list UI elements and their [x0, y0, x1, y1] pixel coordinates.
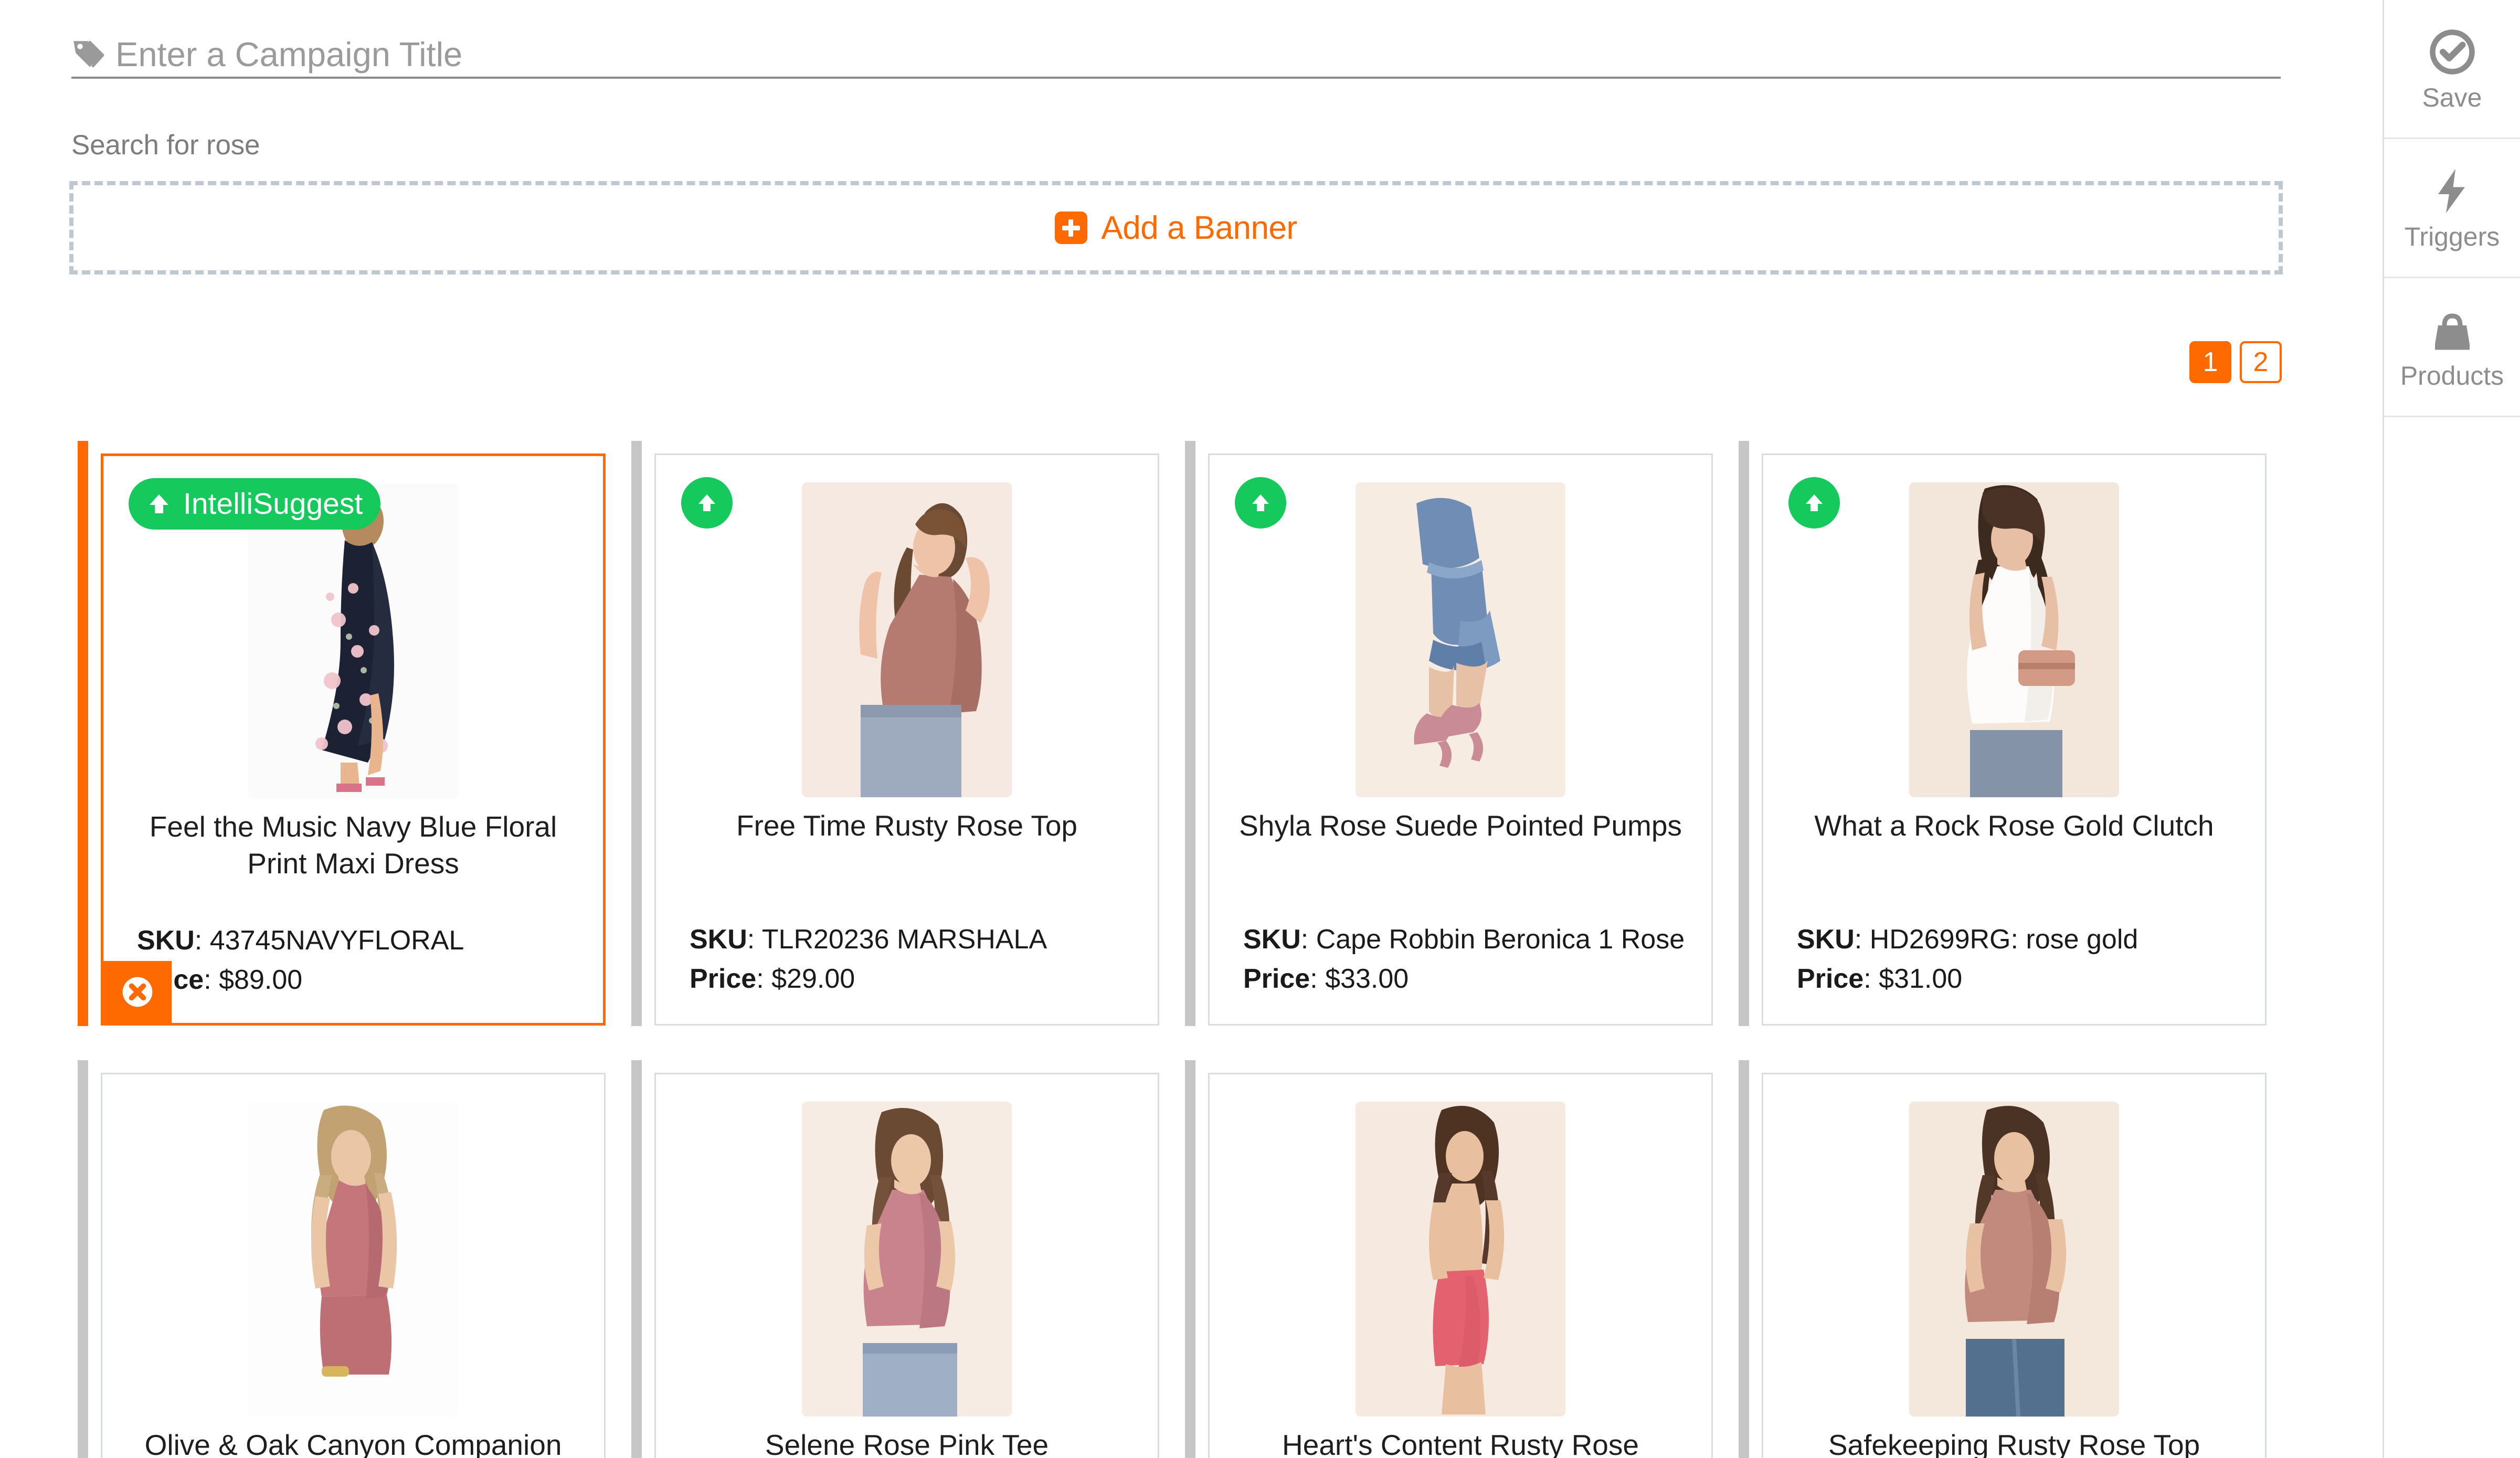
product-card[interactable]: Shyla Rose Suede Pointed Pumps SKU: Cape…: [1208, 453, 1713, 1026]
sidebar-item-triggers[interactable]: Triggers: [2384, 139, 2520, 278]
price-label: Price: [1243, 963, 1310, 994]
sidebar-label-triggers: Triggers: [2404, 222, 2500, 251]
product-card[interactable]: Olive & Oak Canyon Companion Rusty: [101, 1073, 606, 1458]
product-image: [802, 1102, 1012, 1417]
product-name: Shyla Rose Suede Pointed Pumps: [1239, 809, 1682, 842]
sidebar-label-products: Products: [2400, 361, 2504, 390]
product-name: Safekeeping Rusty Rose Top: [1828, 1429, 2200, 1458]
product-cell[interactable]: Safekeeping Rusty Rose Top: [1730, 1050, 2284, 1458]
drag-handle[interactable]: [1185, 1060, 1195, 1458]
product-meta: SKU: 43745NAVYFLORAL Price: $89.00: [137, 925, 464, 995]
product-image: [1909, 1102, 2119, 1417]
drag-handle[interactable]: [1739, 1060, 1749, 1458]
add-banner-dropzone[interactable]: Add a Banner: [69, 181, 2283, 274]
drag-handle[interactable]: [1185, 441, 1195, 1026]
suggest-badge: [1235, 477, 1286, 529]
close-circle-icon: [122, 977, 153, 1007]
sku-value: HD2699RG: rose gold: [1869, 924, 2138, 955]
pagination: 1 2: [2189, 341, 2282, 383]
lightning-bolt-icon: [2438, 169, 2465, 213]
price-value: $31.00: [1879, 963, 1963, 994]
arrow-up-icon: [1806, 494, 1823, 511]
add-banner-inner: Add a Banner: [1055, 209, 1297, 247]
drag-handle[interactable]: [1739, 441, 1749, 1026]
right-toolbar: Save Triggers Products: [2383, 0, 2520, 1458]
sku-label: SKU: [137, 925, 195, 956]
intellisuggest-badge: IntelliSuggest: [129, 478, 381, 530]
product-name: Free Time Rusty Rose Top: [736, 809, 1078, 842]
app-root: Search for rose Add a Banner 1 2: [0, 0, 2520, 1458]
add-banner-label: Add a Banner: [1101, 209, 1297, 246]
badge-label: IntelliSuggest: [183, 487, 363, 521]
product-cell[interactable]: Heart's Content Rusty Rose Bodycon: [1177, 1050, 1730, 1458]
product-image: [1356, 482, 1565, 797]
product-cell[interactable]: Olive & Oak Canyon Companion Rusty: [69, 1050, 623, 1458]
suggest-badge: [1788, 477, 1840, 529]
search-query-label: Search for rose: [71, 130, 260, 161]
sku-value: 43745NAVYFLORAL: [209, 925, 464, 956]
product-meta: SKU: HD2699RG: rose gold Price: $31.00: [1797, 924, 2138, 994]
page-button-2[interactable]: 2: [2240, 341, 2282, 383]
product-grid: IntelliSuggest Feel the Music Navy Blue …: [69, 430, 2284, 1458]
tag-icon: [71, 37, 106, 71]
sidebar-item-products[interactable]: Products: [2384, 278, 2520, 417]
campaign-title-input[interactable]: [115, 34, 2281, 74]
drag-handle[interactable]: [78, 1060, 88, 1458]
product-cell[interactable]: Selene Rose Pink Tee: [623, 1050, 1177, 1458]
product-cell[interactable]: Shyla Rose Suede Pointed Pumps SKU: Cape…: [1177, 430, 1730, 1034]
arrow-up-icon: [150, 494, 168, 513]
product-card[interactable]: Free Time Rusty Rose Top SKU: TLR20236 M…: [654, 453, 1159, 1026]
sidebar-item-save[interactable]: Save: [2384, 0, 2520, 139]
product-card[interactable]: Safekeeping Rusty Rose Top: [1762, 1073, 2267, 1458]
shopping-bag-icon: [2434, 313, 2470, 350]
sku-label: SKU: [1797, 924, 1855, 955]
sku-label: SKU: [690, 924, 747, 955]
drag-handle[interactable]: [78, 441, 88, 1026]
check-circle-icon: [2429, 29, 2475, 75]
product-image: [1909, 482, 2119, 797]
price-label: Price: [690, 963, 757, 994]
price-label: Price: [1797, 963, 1864, 994]
product-card[interactable]: IntelliSuggest Feel the Music Navy Blue …: [101, 453, 606, 1026]
arrow-up-icon: [698, 494, 715, 511]
suggest-badge: [681, 477, 733, 529]
plus-square-icon: [1055, 212, 1088, 244]
product-name: What a Rock Rose Gold Clutch: [1814, 809, 2214, 842]
drag-handle[interactable]: [631, 441, 642, 1026]
product-name: Olive & Oak Canyon Companion Rusty: [144, 1429, 562, 1458]
product-cell[interactable]: Free Time Rusty Rose Top SKU: TLR20236 M…: [623, 430, 1177, 1034]
product-name: Feel the Music Navy Blue Floral Print Ma…: [149, 810, 557, 880]
sku-value: TLR20236 MARSHALA: [761, 924, 1047, 955]
campaign-editor: Search for rose Add a Banner 1 2: [0, 0, 2383, 1458]
product-card[interactable]: Heart's Content Rusty Rose Bodycon: [1208, 1073, 1713, 1458]
remove-product-button[interactable]: [103, 961, 172, 1023]
product-meta: SKU: TLR20236 MARSHALA Price: $29.00: [690, 924, 1047, 994]
product-row: IntelliSuggest Feel the Music Navy Blue …: [69, 430, 2284, 1050]
arrow-up-icon: [1252, 494, 1269, 511]
campaign-title-row: [71, 31, 2281, 79]
product-image: [248, 1102, 458, 1417]
drag-handle[interactable]: [631, 1060, 642, 1458]
product-cell[interactable]: What a Rock Rose Gold Clutch SKU: HD2699…: [1730, 430, 2284, 1034]
sku-label: SKU: [1243, 924, 1301, 955]
product-row: Olive & Oak Canyon Companion Rusty: [69, 1050, 2284, 1458]
page-button-1[interactable]: 1: [2189, 341, 2231, 383]
product-cell[interactable]: IntelliSuggest Feel the Music Navy Blue …: [69, 430, 623, 1034]
product-image: [1356, 1102, 1565, 1417]
price-value: $89.00: [219, 964, 303, 995]
product-image: [802, 482, 1012, 797]
product-card[interactable]: Selene Rose Pink Tee: [654, 1073, 1159, 1458]
product-meta: SKU: Cape Robbin Beronica 1 Rose Price: …: [1243, 924, 1685, 994]
price-value: $29.00: [771, 963, 855, 994]
product-image: [248, 483, 458, 798]
product-name: Heart's Content Rusty Rose Bodycon: [1282, 1429, 1639, 1458]
sku-value: Cape Robbin Beronica 1 Rose: [1316, 924, 1685, 955]
product-card[interactable]: What a Rock Rose Gold Clutch SKU: HD2699…: [1762, 453, 2267, 1026]
price-value: $33.00: [1325, 963, 1409, 994]
sidebar-label-save: Save: [2422, 83, 2482, 112]
product-name: Selene Rose Pink Tee: [765, 1429, 1049, 1458]
